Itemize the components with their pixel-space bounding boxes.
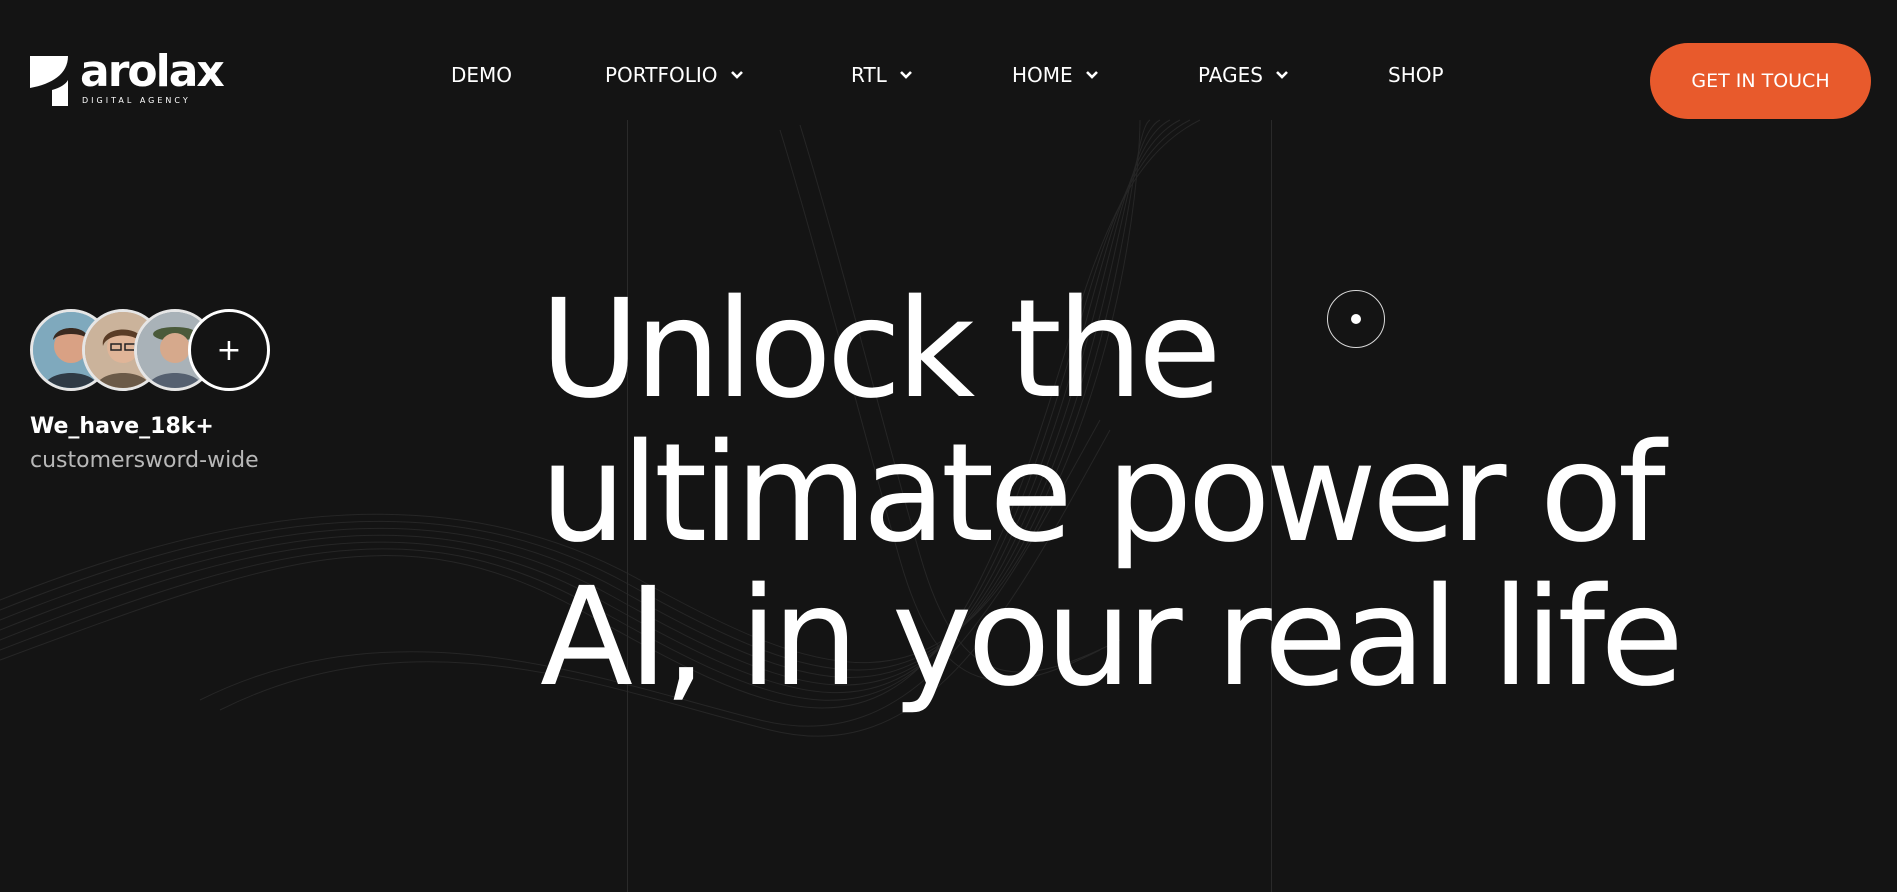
chevron-down-icon [1085, 71, 1098, 79]
nav-item-label: RTL [851, 63, 887, 87]
nav-item-demo[interactable]: DEMO [451, 58, 512, 92]
brand-logo[interactable]: arolax DIGITAL AGENCY [30, 46, 225, 108]
chevron-down-icon [899, 71, 912, 79]
dot-core [1351, 314, 1361, 324]
nav-item-home[interactable]: HOME [1012, 58, 1099, 92]
nav-item-shop[interactable]: SHOP [1388, 58, 1444, 92]
chevron-down-icon [1276, 71, 1288, 79]
nav-item-label: HOME [1012, 63, 1073, 87]
hero-line: ultimate power of [540, 415, 1666, 573]
customers-caption: customersword-wide [30, 448, 259, 473]
ring-dot-icon [1327, 290, 1385, 348]
more-customers-button[interactable]: + [188, 309, 270, 391]
nav-item-label: DEMO [451, 63, 513, 87]
chevron-down-icon [730, 71, 743, 79]
brand-tagline: DIGITAL AGENCY [82, 96, 191, 105]
nav-item-label: PORTFOLIO [605, 63, 718, 87]
hero-line: AI, in your real life [540, 559, 1684, 717]
get-in-touch-button[interactable]: GET IN TOUCH [1650, 43, 1871, 119]
logo-mark-icon [30, 56, 68, 106]
nav-item-label: PAGES [1198, 63, 1263, 87]
customer-avatars: + [30, 309, 270, 391]
nav-item-pages[interactable]: PAGES [1198, 58, 1289, 92]
hero-line: Unlock the [540, 271, 1222, 429]
hero-heading: Unlock the ultimate power of AI, in your… [540, 278, 1840, 710]
nav-item-label: SHOP [1388, 63, 1444, 87]
customers-count: We_have_18k+ [30, 414, 214, 439]
nav-item-rtl[interactable]: RTL [851, 58, 913, 92]
page: arolax DIGITAL AGENCY DEMO PORTFOLIO RTL… [0, 0, 1897, 892]
nav-item-portfolio[interactable]: PORTFOLIO [605, 58, 744, 92]
brand-name: arolax [80, 46, 225, 97]
